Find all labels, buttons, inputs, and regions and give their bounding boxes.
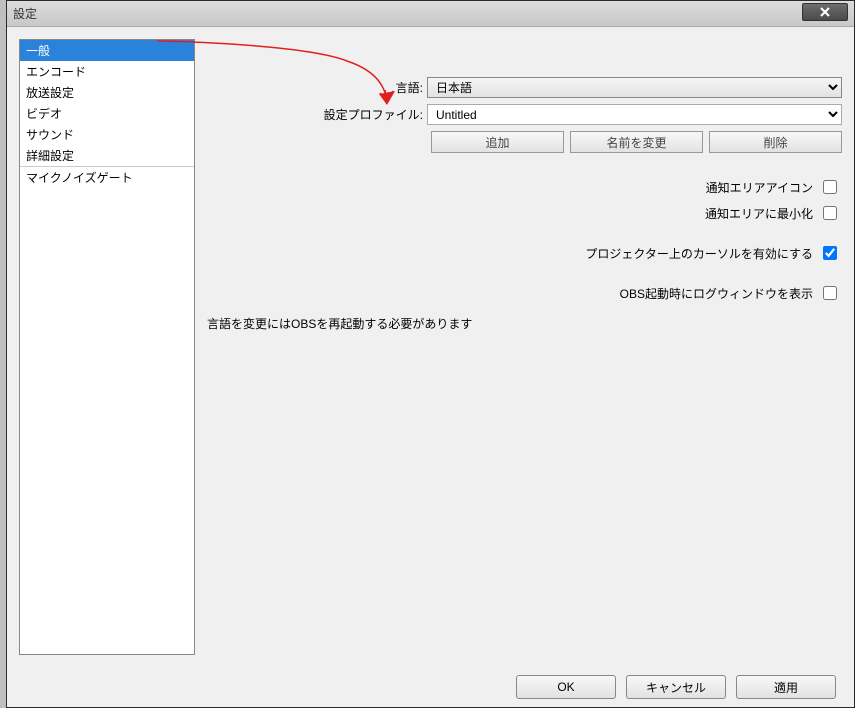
cursor-checkbox[interactable] (823, 246, 837, 260)
row-profile: 設定プロファイル: Untitled (207, 104, 842, 125)
row-language: 言語: 日本語 (207, 77, 842, 98)
profile-select[interactable]: Untitled (427, 104, 842, 125)
ok-button[interactable]: OK (516, 675, 616, 699)
language-label: 言語: (207, 79, 427, 96)
dialog-body: 一般エンコード放送設定ビデオサウンド詳細設定マイクノイズゲート 言語: 日本語 … (7, 27, 854, 667)
apply-button[interactable]: 適用 (736, 675, 836, 699)
sidebar-item-4[interactable]: サウンド (20, 124, 194, 145)
logwin-label: OBS起動時にログウィンドウを表示 (620, 285, 813, 302)
category-sidebar: 一般エンコード放送設定ビデオサウンド詳細設定マイクノイズゲート (19, 39, 195, 655)
sidebar-item-2[interactable]: 放送設定 (20, 82, 194, 103)
dialog-footer: OK キャンセル 適用 (7, 667, 854, 707)
profile-label: 設定プロファイル: (207, 106, 427, 123)
tray-min-checkbox[interactable] (823, 206, 837, 220)
delete-button[interactable]: 削除 (709, 131, 842, 153)
sidebar-item-5[interactable]: 詳細設定 (20, 145, 194, 166)
sidebar-item-1[interactable]: エンコード (20, 61, 194, 82)
sidebar-item-0[interactable]: 一般 (20, 40, 194, 61)
content-pane: 言語: 日本語 設定プロファイル: Untitled 追加 名前を変更 削除 通… (207, 39, 842, 655)
row-tray-min: 通知エリアに最小化 (207, 203, 842, 223)
window-title: 設定 (13, 5, 37, 22)
language-select[interactable]: 日本語 (427, 77, 842, 98)
row-logwin: OBS起動時にログウィンドウを表示 (207, 283, 842, 303)
tray-icon-checkbox[interactable] (823, 180, 837, 194)
row-cursor: プロジェクター上のカーソルを有効にする (207, 243, 842, 263)
cancel-button[interactable]: キャンセル (626, 675, 726, 699)
restart-note: 言語を変更にはOBSを再起動する必要があります (207, 315, 842, 332)
add-button[interactable]: 追加 (431, 131, 564, 153)
close-icon (819, 7, 831, 17)
rename-button[interactable]: 名前を変更 (570, 131, 703, 153)
logwin-checkbox[interactable] (823, 286, 837, 300)
row-tray-icon: 通知エリアアイコン (207, 177, 842, 197)
sidebar-item-3[interactable]: ビデオ (20, 103, 194, 124)
sidebar-item-6[interactable]: マイクノイズゲート (20, 167, 194, 188)
tray-icon-label: 通知エリアアイコン (706, 179, 813, 196)
titlebar: 設定 (7, 1, 854, 27)
profile-buttons: 追加 名前を変更 削除 (431, 131, 842, 153)
settings-window: 設定 一般エンコード放送設定ビデオサウンド詳細設定マイクノイズゲート 言語: 日… (6, 0, 855, 708)
tray-min-label: 通知エリアに最小化 (705, 205, 813, 222)
close-button[interactable] (802, 3, 848, 21)
cursor-label: プロジェクター上のカーソルを有効にする (585, 245, 813, 262)
